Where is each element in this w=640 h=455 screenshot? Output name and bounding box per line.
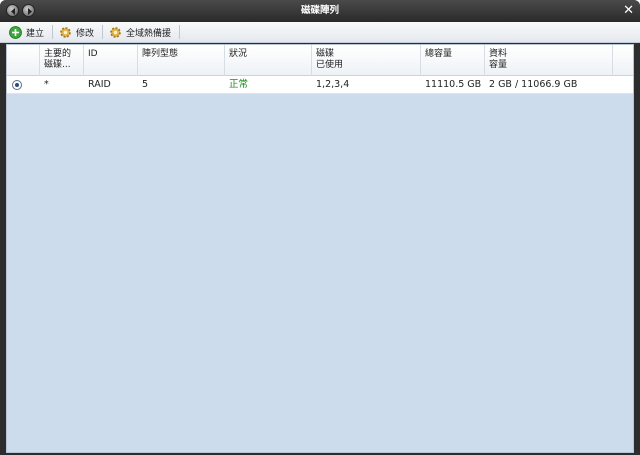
column-header-id-label: ID: [88, 49, 98, 59]
table-row[interactable]: * RAID 5 正常 1,2,3,4 11110.5 GB 2 GB / 11…: [7, 76, 633, 94]
cell-data-capacity: 2 GB / 11066.9 GB: [489, 79, 578, 90]
column-header-disks-line2: 已使用: [316, 60, 344, 70]
cell-status: 正常: [229, 79, 249, 90]
forward-button[interactable]: [22, 4, 35, 17]
column-header-primary-line2: 磁碟...: [44, 60, 71, 70]
radio-selected-dot: [15, 83, 19, 87]
arrow-right-icon: [28, 8, 32, 15]
gear-icon: [110, 26, 121, 38]
cell-primary: *: [44, 79, 49, 90]
column-header-data-line2: 容量: [489, 60, 508, 70]
column-header-total-capacity[interactable]: 總容量: [421, 45, 485, 76]
column-header-id[interactable]: ID: [84, 45, 138, 76]
toolbar: 建立 修改 全域熱備援: [0, 22, 640, 43]
toolbar-divider: [179, 25, 181, 39]
toolbar-divider: [52, 25, 54, 39]
column-header-primary[interactable]: 主要的 磁碟...: [40, 45, 84, 76]
modify-label: 修改: [76, 28, 95, 39]
cell-total-capacity: 11110.5 GB: [425, 79, 482, 90]
back-button[interactable]: [6, 4, 19, 17]
column-header-status-label: 狀況: [229, 49, 248, 59]
toolbar-divider: [102, 25, 104, 39]
raid-table: 主要的 磁碟... ID 陣列型態 狀況 磁碟 已使用 總容量 資料 容量 * …: [6, 44, 634, 453]
create-button[interactable]: 建立: [6, 24, 49, 41]
cell-id: RAID: [88, 79, 111, 90]
column-header-data-capacity[interactable]: 資料 容量: [485, 45, 613, 76]
add-icon: [9, 25, 22, 39]
column-header-raid-type-label: 陣列型態: [142, 49, 179, 59]
table-header: 主要的 磁碟... ID 陣列型態 狀況 磁碟 已使用 總容量 資料 容量: [7, 45, 633, 76]
gear-icon: [60, 26, 71, 38]
column-header-select: [7, 45, 40, 76]
row-select-radio[interactable]: [12, 80, 22, 90]
close-icon: ✕: [623, 3, 634, 18]
arrow-left-icon: [11, 8, 15, 15]
close-button[interactable]: ✕: [623, 2, 634, 20]
column-header-disks-used[interactable]: 磁碟 已使用: [312, 45, 421, 76]
column-header-data-line1: 資料: [489, 49, 508, 59]
column-header-total-capacity-label: 總容量: [425, 49, 453, 59]
column-header-disks-line1: 磁碟: [316, 49, 335, 59]
modify-button[interactable]: 修改: [56, 24, 99, 41]
global-spare-label: 全域熱備援: [126, 28, 172, 39]
column-header-status[interactable]: 狀況: [225, 45, 312, 76]
title-bar: 磁碟陣列 ✕: [0, 0, 640, 22]
global-spare-button[interactable]: 全域熱備援: [106, 24, 176, 41]
raid-window: 磁碟陣列 ✕ 建立 修改 全域熱備援 主要的 磁碟... ID 陣列型態 狀況 …: [0, 0, 640, 455]
column-header-filler: [613, 45, 633, 76]
create-label: 建立: [26, 28, 45, 39]
column-header-primary-line1: 主要的: [44, 49, 72, 59]
cell-raid-type: 5: [142, 79, 149, 90]
cell-disks-used: 1,2,3,4: [316, 79, 350, 90]
column-header-raid-type[interactable]: 陣列型態: [138, 45, 225, 76]
window-title: 磁碟陣列: [300, 5, 339, 16]
